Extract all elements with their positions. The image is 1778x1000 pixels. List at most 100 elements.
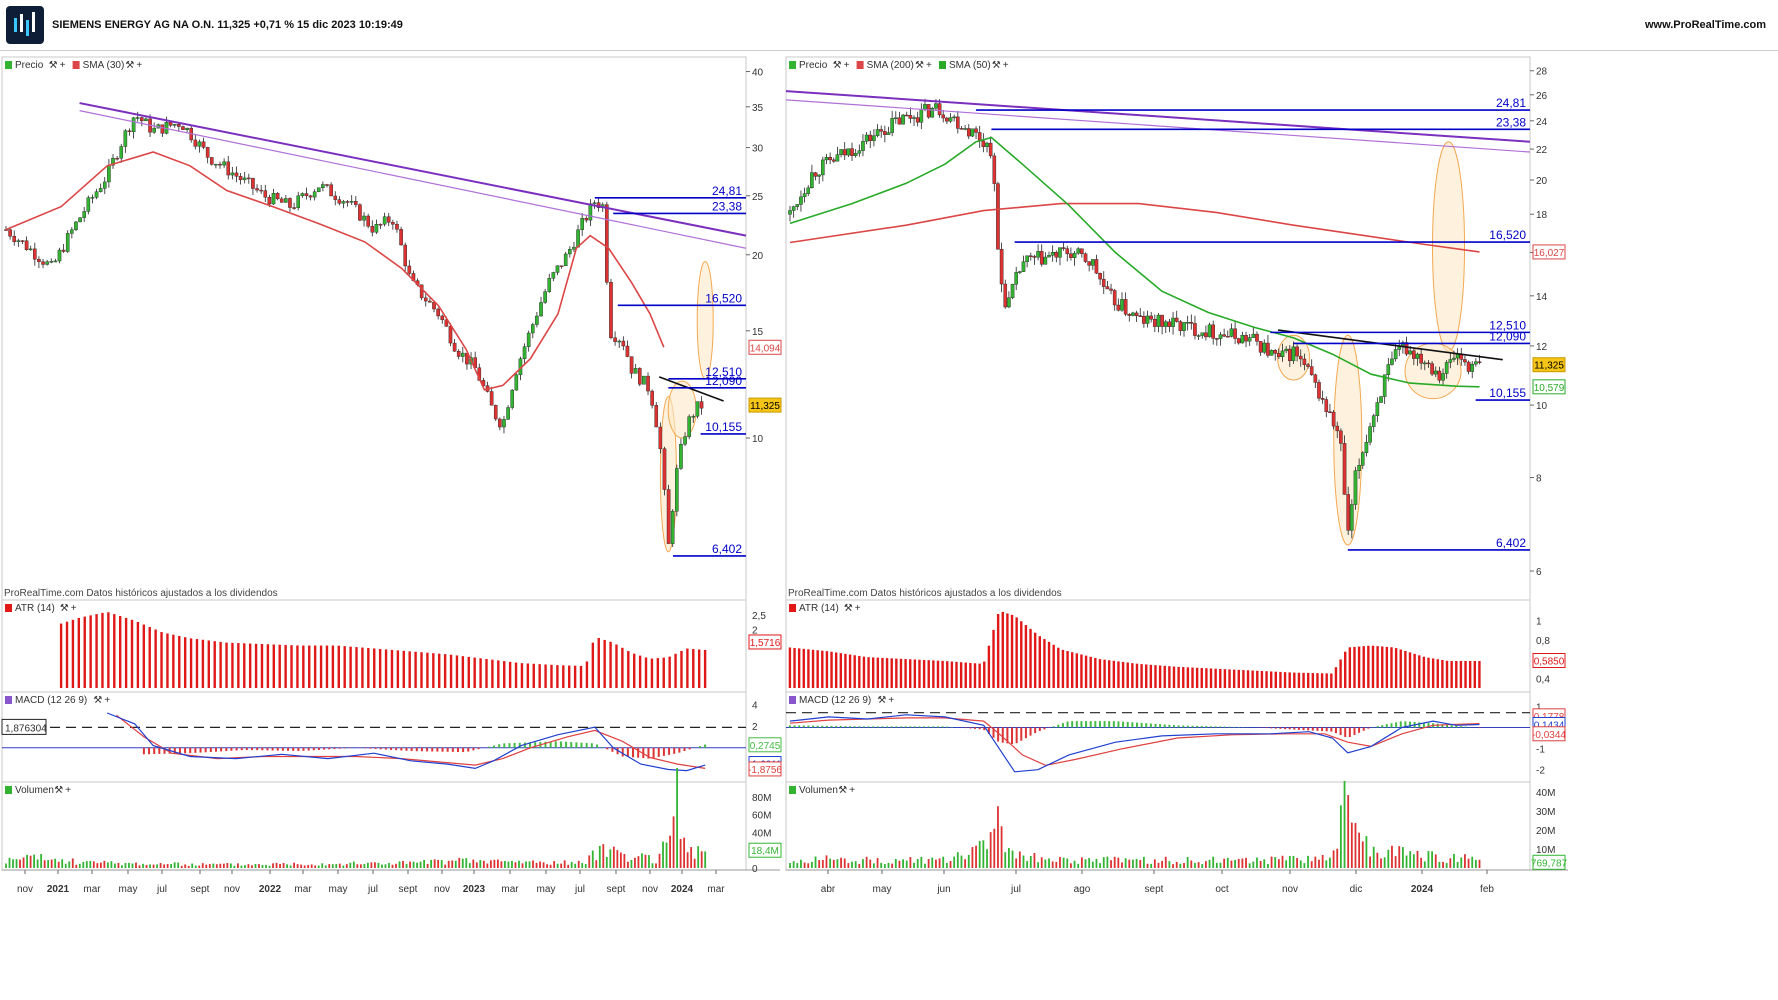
left-volume-bar xyxy=(50,859,53,868)
right-macd-hist-bar xyxy=(1223,726,1226,728)
right-macd-legend-label: MACD (12 26 9) xyxy=(799,695,871,706)
right-candle-body xyxy=(952,116,956,119)
right-atr-bar xyxy=(821,650,824,688)
right-atr-bar xyxy=(1330,673,1333,688)
right-macd-hist-bar xyxy=(1316,727,1319,731)
right-price-legend-swatch xyxy=(856,61,864,69)
left-atr-bar xyxy=(290,645,293,688)
left-volume-bar xyxy=(272,863,274,868)
right-candle-body xyxy=(1437,370,1442,381)
left-volume-bar xyxy=(609,849,612,868)
left-volume-bar xyxy=(64,863,67,868)
right-candle-body xyxy=(1280,350,1285,358)
left-candle-body xyxy=(98,188,103,192)
right-candle-body xyxy=(963,128,967,130)
right-atr-bar xyxy=(881,657,884,688)
right-volume-bar xyxy=(1164,856,1167,868)
right-atr-bar xyxy=(936,660,940,688)
left-macd-hist-bar xyxy=(441,747,444,752)
left-candle-body xyxy=(300,193,305,196)
right-macd-hist-bar xyxy=(1154,723,1157,728)
left-candle-body xyxy=(576,229,580,248)
right-macd-hist-bar xyxy=(1321,727,1324,732)
right-volume-bar xyxy=(1318,859,1320,868)
right-volume-bar xyxy=(978,840,981,868)
right-macd-hist-bar xyxy=(1196,725,1199,728)
right-volume-bar xyxy=(1303,863,1306,868)
left-time-tick-label: 2022 xyxy=(259,884,282,895)
right-macd-hist-bar xyxy=(1159,724,1162,728)
left-candle-body xyxy=(123,130,128,147)
right-candle-body xyxy=(988,142,993,157)
left-volume-bar xyxy=(514,862,517,868)
left-macd-hist-bar xyxy=(467,747,470,752)
left-volume-bar xyxy=(342,865,345,868)
left-candle-body xyxy=(617,340,622,343)
right-candle-body xyxy=(1339,430,1343,444)
right-atr-bar xyxy=(1297,672,1301,688)
right-volume-bar xyxy=(1402,847,1404,868)
right-candle-body xyxy=(985,142,989,147)
left-volume-bar xyxy=(236,863,239,868)
right-price-legend-plus-icon: + xyxy=(844,60,850,71)
right-volume-bar xyxy=(1070,863,1072,868)
right-atr-bar xyxy=(1163,665,1166,688)
right-volume-bar xyxy=(814,856,817,868)
left-level-label: 12,090 xyxy=(705,374,742,388)
left-time-tick-label: nov xyxy=(17,884,33,895)
left-macd-hist-bar xyxy=(343,747,346,749)
left-time-tick-label: may xyxy=(329,884,348,895)
left-volume-tag: 18,4M xyxy=(751,846,779,857)
right-atr-bar xyxy=(1362,646,1365,688)
left-candle-body xyxy=(304,193,309,196)
right-volume-bar xyxy=(883,864,886,868)
left-candle-body xyxy=(185,127,189,130)
right-atr-tick-label: 0,4 xyxy=(1536,674,1550,685)
left-volume-bar xyxy=(314,865,317,868)
right-level-label: 12,090 xyxy=(1489,329,1526,343)
left-macd-hist-bar xyxy=(559,741,562,748)
left-candle-body xyxy=(563,253,568,267)
left-atr-bar xyxy=(313,645,317,688)
right-atr-bar xyxy=(1209,668,1213,688)
right-candle-body xyxy=(1222,334,1226,337)
left-atr-bar xyxy=(621,647,624,688)
right-atr-bar xyxy=(1413,653,1416,688)
right-atr-bar xyxy=(825,651,829,688)
right-macd-hist-bar xyxy=(1288,727,1291,730)
right-macd-hist-bar xyxy=(1274,727,1277,729)
right-atr-bar xyxy=(959,662,963,688)
left-atr-bar xyxy=(597,638,600,688)
left-volume-bar xyxy=(317,865,320,868)
left-macd-hist-bar xyxy=(276,747,279,751)
right-atr-bar xyxy=(969,662,972,688)
left-volume-bar xyxy=(92,861,95,868)
right-price-tick-label: 14 xyxy=(1536,292,1548,303)
right-atr-legend-wrench-icon: ⚒ xyxy=(844,603,853,614)
right-candle-body xyxy=(1069,253,1073,258)
right-candle-body xyxy=(1182,322,1186,331)
left-candle-body xyxy=(675,468,679,512)
left-atr-bar xyxy=(396,650,400,688)
left-macd-hist-bar xyxy=(487,746,490,748)
left-volume-bar xyxy=(82,861,85,868)
left-atr-bar xyxy=(248,643,252,688)
left-volume-bar xyxy=(19,859,21,868)
right-macd-hist-bar xyxy=(1103,721,1106,728)
right-macd-hist-bar xyxy=(853,726,856,728)
right-macd-hist-bar xyxy=(1061,723,1064,728)
right-atr-bar xyxy=(1061,649,1065,688)
left-macd-hist-bar xyxy=(590,743,593,748)
left-atr-bar xyxy=(420,652,423,688)
left-macd-hist-bar xyxy=(477,747,480,750)
right-atr-bar xyxy=(1445,660,1449,688)
right-atr-bar xyxy=(992,629,995,688)
left-candle-body xyxy=(82,211,86,218)
left-macd-hist-bar xyxy=(704,744,707,748)
right-time-tick-label: jun xyxy=(936,884,950,895)
left-volume-bar xyxy=(345,864,348,868)
left-volume-bar xyxy=(117,862,120,868)
left-candle-body xyxy=(605,204,609,283)
right-macd-hist-bar xyxy=(1122,721,1125,728)
right-atr-bar xyxy=(909,659,912,688)
